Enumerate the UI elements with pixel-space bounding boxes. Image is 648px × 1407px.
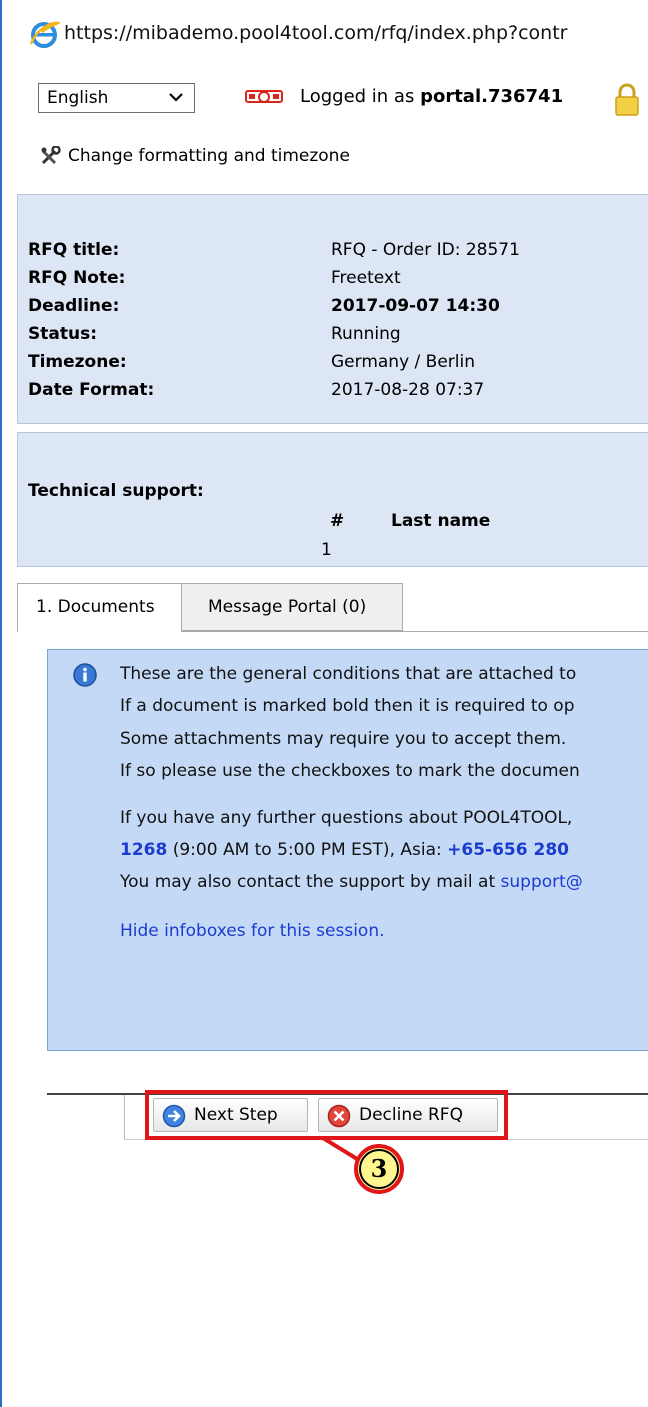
tab-message-portal[interactable]: Message Portal (0) [181,583,403,631]
hide-infoboxes-link[interactable]: Hide infoboxes for this session. [120,921,385,941]
status-label: Status: [28,324,97,344]
phone-number-1[interactable]: 1268 [120,840,167,860]
date-format-value: 2017-08-28 07:37 [331,380,485,400]
info-box: These are the general conditions that ar… [47,649,648,1051]
rfq-title-value: RFQ - Order ID: 28571 [331,240,520,260]
chevron-down-icon [169,93,183,102]
change-format-link[interactable]: Change formatting and timezone [40,146,350,166]
info-line-3: Some attachments may require you to acce… [120,729,567,749]
rfq-info-panel: RFQ title: RFQ - Order ID: 28571 RFQ Not… [17,194,648,424]
address-bar[interactable]: https://mibademo.pool4tool.com/rfq/index… [2,0,648,70]
info-line-1: These are the general conditions that ar… [120,664,577,684]
window-left-border [0,0,2,1407]
timezone-label: Timezone: [28,352,127,372]
support-col-number: # [330,511,345,531]
url-text: https://mibademo.pool4tool.com/rfq/index… [64,22,568,44]
status-value: Running [331,324,401,344]
deadline-value: 2017-09-07 14:30 [331,296,500,316]
deadline-label: Deadline: [28,296,120,316]
phone-number-2[interactable]: +65-656 280 [447,840,569,860]
support-hours: (9:00 AM to 5:00 PM EST), Asia: [167,840,448,860]
lock-icon[interactable] [614,82,640,118]
info-line-5: If you have any further questions about … [120,808,573,828]
tab-documents-label: 1. Documents [36,597,155,617]
support-row-number: 1 [321,540,332,560]
language-select[interactable]: English [38,83,195,113]
info-line-4: If so please use the checkboxes to mark … [120,761,580,781]
support-col-lastname: Last name [391,511,491,531]
tab-message-portal-label: Message Portal (0) [208,597,367,617]
logged-in-status: Logged in as portal.736741 [300,86,563,107]
rfq-note-value: Freetext [331,268,401,288]
tools-icon [41,146,61,165]
mail-prefix: You may also contact the support by mail… [120,872,501,892]
pool4tool-logo-icon [245,90,283,103]
highlight-box [145,1090,508,1140]
info-line-phones: 1268 (9:00 AM to 5:00 PM EST), Asia: +65… [120,840,569,860]
technical-support-label: Technical support: [28,481,204,501]
rfq-note-label: RFQ Note: [28,268,126,288]
logged-in-label: Logged in as [300,86,421,107]
language-value: English [47,88,109,108]
change-format-label: Change formatting and timezone [68,146,350,166]
support-mail-link[interactable]: support@ [501,872,583,892]
button-bar-left-border [124,1095,125,1139]
tab-documents[interactable]: 1. Documents [17,583,182,632]
rfq-title-label: RFQ title: [28,240,120,260]
callout-number: 3 [370,1154,388,1183]
timezone-value: Germany / Berlin [331,352,476,372]
date-format-label: Date Format: [28,380,155,400]
support-panel: Technical support: # Last name 1 [17,432,648,567]
info-line-mail: You may also contact the support by mail… [120,872,583,892]
info-icon [73,663,97,687]
username: portal.736741 [420,86,564,107]
info-line-2: If a document is marked bold then it is … [120,696,575,716]
ie-browser-icon [29,21,60,48]
